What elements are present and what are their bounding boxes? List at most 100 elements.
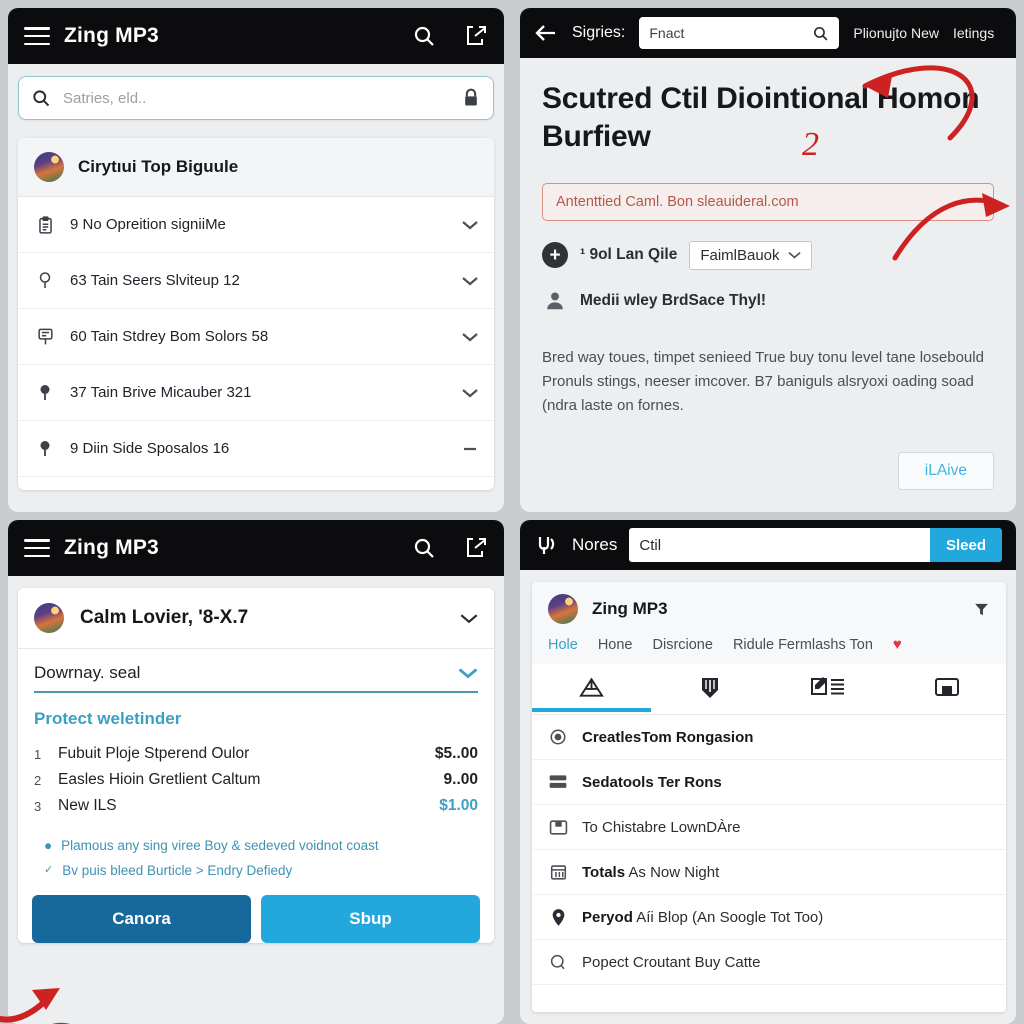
icon-tab-edit-list[interactable] <box>769 664 888 714</box>
chevron-down-icon[interactable] <box>462 388 478 398</box>
share-arrow-icon[interactable] <box>464 24 488 48</box>
item-number: 2 <box>34 772 42 788</box>
section-title: Protect weletinder <box>34 709 182 728</box>
list-item[interactable]: 60 Tain Stdrey Bom Solors 58 <box>18 309 494 365</box>
filter-icon[interactable] <box>973 601 990 618</box>
search-icon[interactable] <box>412 536 436 560</box>
list-item[interactable]: Totals As Now Night <box>532 850 1006 895</box>
list-item[interactable]: Daures Bron Removero mail <box>18 477 494 490</box>
cancel-button[interactable]: Canora <box>32 895 251 943</box>
row-title: Peryod <box>582 908 633 926</box>
check-marker-icon: ✓ <box>44 864 54 876</box>
language-select-value: FaimlBauok <box>700 246 780 264</box>
archive-icon <box>934 676 960 698</box>
person-icon <box>542 290 568 312</box>
item-price: 9..00 <box>443 771 478 788</box>
tab-disrcione[interactable]: Disrcione <box>653 637 713 653</box>
annotation-arrow-left <box>0 988 60 1023</box>
search-value: Ctil <box>639 536 662 554</box>
hamburger-icon[interactable] <box>24 27 50 45</box>
card-header[interactable]: Calm Lovier, '8-X.7 <box>18 588 494 649</box>
app-title: Zing MP3 <box>64 24 159 47</box>
results-card: Zing MP3 Hole Hone Disrcione Ridule Ferm… <box>532 582 1006 1012</box>
calendar-icon <box>548 863 568 881</box>
list-item-label: 9 Diin Side Sposalos 16 <box>70 440 230 457</box>
panel-top-right: Sigries: Fnact Plionujto New Ietings Scu… <box>512 0 1024 512</box>
item-price: $1.00 <box>439 797 478 814</box>
list-item: 2 Easles Hioin Gretlient Caltum 9..00 <box>34 767 478 793</box>
chevron-down-icon[interactable] <box>462 332 478 342</box>
page-title: Scutred Ctil Diointional Homon Burfiew <box>542 82 980 154</box>
sign-icon <box>34 326 56 347</box>
list-item[interactable]: Peryod Aíi Blop (An Soogle Tot Too) <box>532 895 1006 940</box>
plus-circle-icon[interactable]: + <box>542 242 568 269</box>
search-icon[interactable] <box>412 24 436 48</box>
list-item[interactable]: Popect Croutant Buy Catte <box>532 940 1006 985</box>
list-item[interactable]: 9 Diin Side Sposalos 16 <box>18 421 494 477</box>
action-buttons: Canora Sbup <box>32 895 480 943</box>
chevron-down-icon[interactable] <box>462 276 478 286</box>
panel3-appbar: Zing MP3 <box>8 520 504 576</box>
search-submit-button[interactable]: Sleed <box>929 528 1002 562</box>
panel1-body: Satries, eld.. Cirytıui Top Biguule 9 No… <box>8 64 504 512</box>
list-item[interactable]: 63 Tain Seers Slviteup 12 <box>18 253 494 309</box>
language-select[interactable]: FaimlBauok <box>689 240 812 270</box>
edit-list-icon <box>810 676 846 698</box>
arrow-left-icon[interactable] <box>534 23 558 43</box>
avatar-icon <box>34 603 64 633</box>
list-item: 1 Fubuit Ploje Stperend Oulor $5..00 <box>34 741 478 767</box>
tab-hole[interactable]: Hole <box>548 637 578 653</box>
heart-icon[interactable]: ♥ <box>893 636 902 653</box>
topbar-link-settings[interactable]: Ietings <box>953 25 994 41</box>
search-value: Fnact <box>649 25 685 41</box>
icon-tab-archive[interactable] <box>888 664 1007 714</box>
list-item[interactable]: 9 No Opreition signiiMe <box>18 197 494 253</box>
minus-icon[interactable] <box>462 444 478 454</box>
shield-icon <box>700 676 720 700</box>
item-number: 3 <box>34 798 42 814</box>
avatar-icon <box>34 152 64 182</box>
tab-hone[interactable]: Hone <box>598 637 633 653</box>
icon-tab-triangle-alert[interactable] <box>532 664 651 714</box>
list-item: 3 New ILS $1.00 <box>34 793 478 819</box>
signup-button[interactable]: Sbup <box>261 895 480 943</box>
search-form[interactable]: Ctil Sleed <box>629 528 1002 562</box>
list-item[interactable]: CreatlesTom Rongasion <box>532 715 1006 760</box>
search-icon[interactable] <box>812 25 829 42</box>
add-language-label: ¹ 9ol Lan Qile <box>580 246 678 264</box>
user-row-label: Medii wley BrdSace Thyl! <box>580 291 767 309</box>
row-title: CreatlesTom Rongasion <box>582 728 754 746</box>
speaker-icon <box>534 533 560 557</box>
list-item[interactable]: 37 Tain Brive Micauber 321 <box>18 365 494 421</box>
icon-tab-shield[interactable] <box>651 664 770 714</box>
list-item[interactable]: ● Plamous any sing viree Boy & sedeved v… <box>44 833 472 858</box>
user-row[interactable]: Medii wley BrdSace Thyl! <box>542 290 994 312</box>
list-item[interactable]: To Chistabre LownDÀre <box>532 805 1006 850</box>
topbar-link-new[interactable]: Plionujto New <box>853 25 939 41</box>
chevron-down-icon[interactable] <box>458 667 478 679</box>
lock-icon[interactable] <box>461 87 481 109</box>
chevron-down-icon[interactable] <box>460 613 478 624</box>
tab-ridule[interactable]: Ridule Fermlashs Ton <box>733 637 873 653</box>
search-placeholder: Satries, eld.. <box>63 89 147 107</box>
list-item[interactable]: ✓ Bv puis bleed Burticle > Endry Defiedy <box>44 858 472 883</box>
search-input[interactable]: Ctil <box>629 528 930 562</box>
save-button[interactable]: iLAive <box>897 452 994 490</box>
search-icon <box>548 953 568 971</box>
chevron-down-icon[interactable] <box>462 220 478 230</box>
line-items: 1 Fubuit Ploje Stperend Oulor $5..00 2 E… <box>34 741 478 819</box>
plan-select[interactable]: Dowrnay. seal <box>34 663 478 693</box>
pin-filled-icon <box>548 908 568 927</box>
search-input[interactable]: Satries, eld.. <box>18 76 494 120</box>
list-item-label: 37 Tain Brive Micauber 321 <box>70 384 252 401</box>
add-language-row[interactable]: + ¹ 9ol Lan Qile FaimlBauok <box>542 240 994 270</box>
target-icon <box>548 728 568 746</box>
hamburger-icon[interactable] <box>24 539 50 557</box>
list-item[interactable]: Sedatools Ter Rons <box>532 760 1006 805</box>
search-input[interactable]: Fnact <box>639 17 840 49</box>
bullet-marker: ● <box>44 838 53 853</box>
row-title: Sedatools Ter Rons <box>582 773 722 791</box>
item-price: $5..00 <box>434 745 478 762</box>
row-title: Totals <box>582 863 626 881</box>
share-arrow-icon[interactable] <box>464 536 488 560</box>
